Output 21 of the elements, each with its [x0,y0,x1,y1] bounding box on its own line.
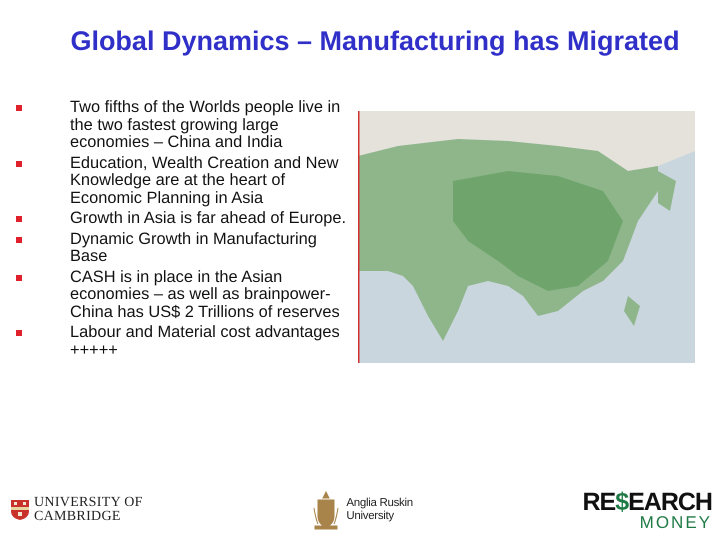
logo-text: CAMBRIDGE [34,510,122,524]
bullet-icon [16,160,22,166]
logo-text: UNIVERSITY OF [34,496,143,510]
slide-title: Global Dynamics – Manufacturing has Migrated [69,25,681,58]
bullet-text: Two fifths of the Worlds people live in the two fastest growing large economies – China and India [70,99,342,152]
bullet-icon [16,330,22,336]
bullet-icon [16,105,22,111]
coat-of-arms-icon [312,490,340,530]
bullet-text: Labour and Material cost advantages +++++ [70,324,341,359]
bullet-icon [16,216,22,222]
crest-icon [10,499,30,521]
bullet-text: Education, Wealth Creation and New Knowledge are at the heart of Economic Planning in Asia [70,154,340,207]
bullet-text: Dynamic Growth in Manufacturing Base [70,230,318,266]
bullet-icon [16,274,22,280]
logo-text: University [346,510,395,523]
logo-text: Anglia Ruskin [346,497,413,510]
logo-text: RE$EARCH [582,490,712,514]
bullet-text: Growth in Asia is far ahead of Europe. [70,210,346,228]
bullet-icon [16,236,22,242]
bullet-text: CASH is in place in the Asian economies – as well as brainpower- China has US$ 2 Trillions of reserves [70,268,341,321]
logo-text: MONEY [640,514,712,530]
